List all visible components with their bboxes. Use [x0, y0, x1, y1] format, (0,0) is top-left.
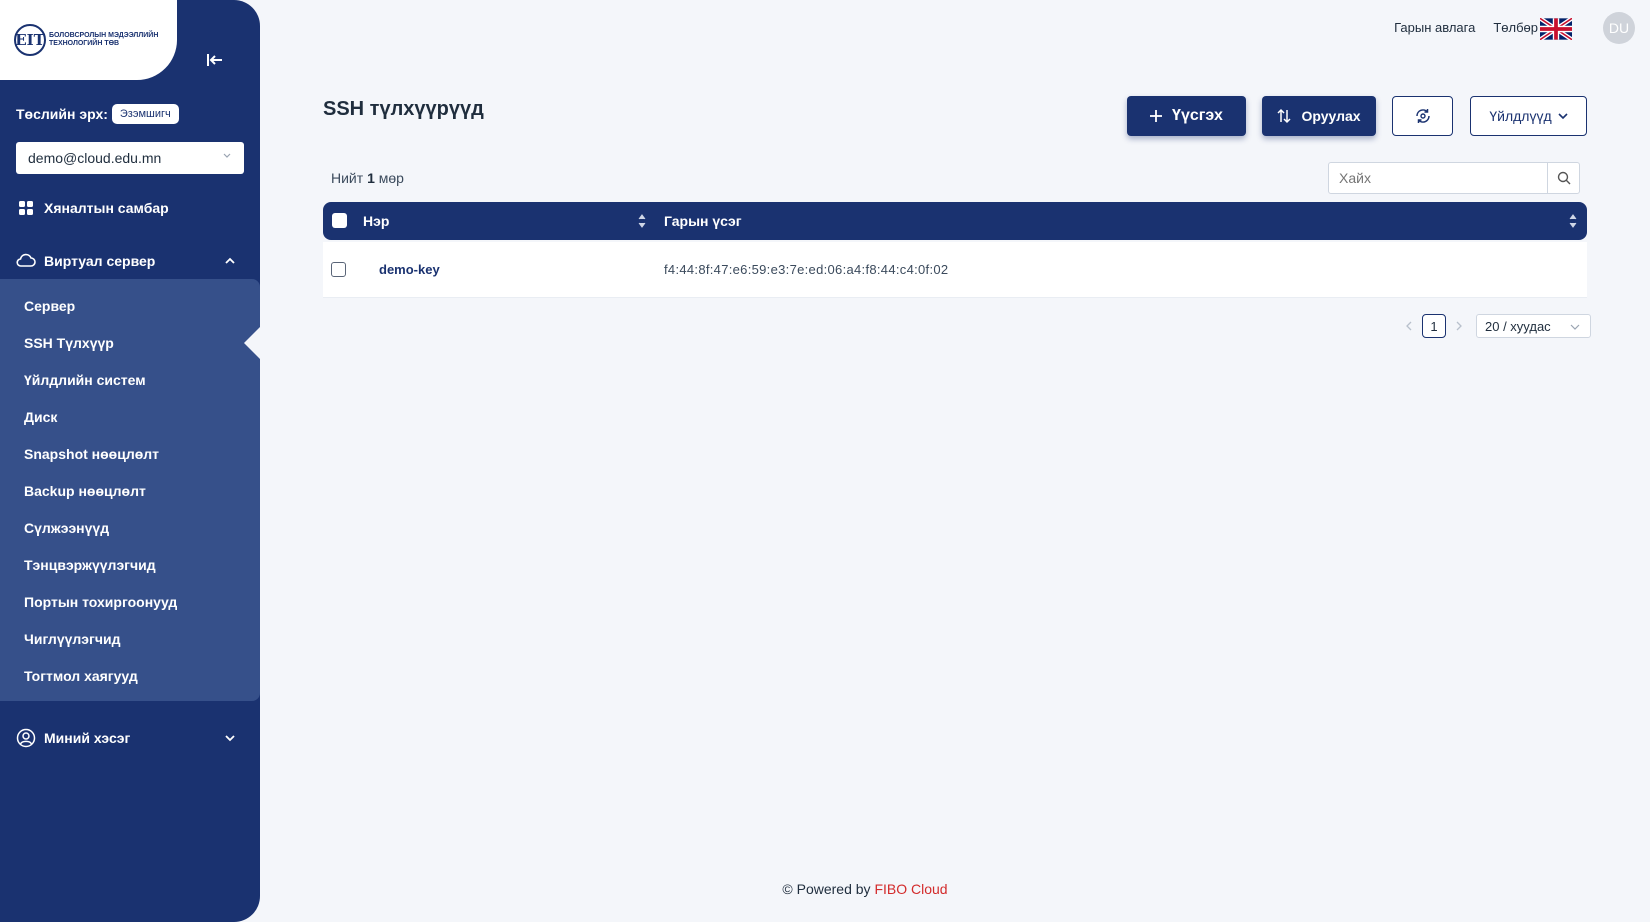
nav-my-section-label: Миний хэсэг: [44, 730, 131, 746]
import-icon: [1277, 108, 1291, 124]
sidebar-item-floating-ips[interactable]: Тогтмол хаягууд: [24, 668, 138, 684]
next-page-icon[interactable]: [1454, 320, 1464, 332]
account-value: demo@cloud.edu.mn: [28, 150, 162, 166]
pagination: 1 20 / хуудас: [1404, 314, 1591, 338]
sidebar-item-snapshot[interactable]: Snapshot нөөцлөлт: [24, 446, 159, 462]
search-input[interactable]: [1329, 163, 1547, 193]
footer-prefix: © Powered by: [782, 881, 871, 897]
chevron-down-icon: [225, 735, 235, 742]
plus-icon: [1150, 110, 1163, 122]
column-header-name[interactable]: Нэр: [363, 213, 389, 229]
logo[interactable]: ЕIТ Боловсролын мэдээллийн технологийн т…: [0, 0, 177, 80]
virtual-server-submenu: Сервер SSH Түлхүүр Үйлдлийн систем Диск …: [0, 279, 260, 701]
uk-flag-icon[interactable]: [1540, 18, 1572, 40]
select-all-checkbox[interactable]: [332, 213, 347, 228]
import-button[interactable]: Оруулах: [1262, 96, 1376, 136]
logo-mark: ЕIТ: [14, 24, 46, 56]
sidebar-item-disk[interactable]: Диск: [24, 409, 57, 425]
page-1-button[interactable]: 1: [1422, 314, 1446, 338]
row-name-link[interactable]: demo-key: [379, 262, 440, 277]
total-prefix: Нийт: [331, 170, 364, 186]
page-size-select[interactable]: 20 / хуудас: [1476, 314, 1591, 338]
create-button[interactable]: Үүсгэх: [1127, 96, 1246, 136]
cloud-icon: [16, 251, 36, 271]
sidebar-item-load-balancers[interactable]: Тэнцвэржүүлэгчид: [24, 557, 156, 573]
import-button-label: Оруулах: [1301, 108, 1361, 124]
role-label: Төслийн эрх:: [16, 106, 108, 122]
nav-virtual-server[interactable]: Виртуал сервер: [16, 251, 244, 271]
page-size-value: 20 / хуудас: [1485, 318, 1551, 334]
prev-page-icon[interactable]: [1404, 320, 1414, 332]
sidebar-item-routers[interactable]: Чиглүүлэгчид: [24, 631, 120, 647]
sidebar-item-os[interactable]: Үйлдлийн систем: [24, 372, 146, 388]
sidebar-item-server[interactable]: Сервер: [24, 298, 75, 314]
footer-brand-link[interactable]: FIBO Cloud: [874, 881, 947, 897]
project-role: Төслийн эрх: Эзэмшигч: [16, 104, 179, 124]
row-checkbox[interactable]: [331, 262, 346, 277]
total-number: 1: [367, 170, 375, 186]
search-button[interactable]: [1547, 163, 1579, 193]
sidebar-item-backup[interactable]: Backup нөөцлөлт: [24, 483, 146, 499]
sort-icon[interactable]: [637, 211, 647, 231]
dashboard-icon: [16, 198, 36, 218]
actions-label: Үйлдлүүд: [1489, 108, 1552, 124]
nav-dashboard-label: Хяналтын самбар: [44, 200, 169, 216]
nav-dashboard[interactable]: Хяналтын самбар: [16, 198, 244, 218]
chevron-down-icon: [1570, 324, 1580, 330]
collapse-sidebar-button[interactable]: [200, 48, 230, 72]
page-title: SSH түлхүүрүүд: [323, 98, 484, 120]
sidebar-item-networks[interactable]: Сүлжээнүүд: [24, 520, 109, 536]
actions-dropdown[interactable]: Үйлдлүүд: [1470, 96, 1587, 136]
chevron-up-icon: [225, 257, 235, 264]
account-select[interactable]: demo@cloud.edu.mn: [16, 142, 244, 174]
table-row[interactable]: demo-key f4:44:8f:47:e6:59:e3:7e:ed:06:a…: [323, 242, 1587, 298]
footer: © Powered by FIBO Cloud: [0, 881, 1650, 897]
sort-icon[interactable]: [1568, 211, 1578, 231]
sidebar: ЕIТ Боловсролын мэдээллийн технологийн т…: [0, 0, 260, 922]
nav-my-section[interactable]: Миний хэсэг: [16, 728, 244, 748]
role-badge: Эзэмшигч: [111, 104, 179, 124]
user-circle-icon: [16, 728, 36, 748]
search-box: [1328, 162, 1580, 194]
refresh-icon: [1415, 109, 1430, 123]
guide-link[interactable]: Гарын авлага: [1394, 20, 1475, 35]
total-suffix: мөр: [378, 170, 404, 186]
collapse-left-icon: [207, 54, 222, 66]
refresh-button[interactable]: [1392, 96, 1453, 136]
payment-link[interactable]: Төлбөр: [1493, 20, 1538, 35]
table-header: Нэр Гарын үсэг: [323, 202, 1587, 240]
chevron-down-icon: [1558, 113, 1568, 120]
sidebar-item-ports[interactable]: Портын тохиргоонууд: [24, 594, 177, 610]
avatar[interactable]: DU: [1603, 12, 1635, 44]
row-fingerprint: f4:44:8f:47:e6:59:e3:7e:ed:06:a4:f8:44:c…: [664, 262, 949, 277]
search-icon: [1557, 171, 1570, 185]
column-header-fingerprint[interactable]: Гарын үсэг: [664, 213, 742, 229]
create-button-label: Үүсгэх: [1172, 107, 1223, 124]
total-count: Нийт 1 мөр: [331, 170, 404, 186]
logo-text: Боловсролын мэдээллийн технологийн төв: [49, 32, 159, 47]
sidebar-item-ssh-key[interactable]: SSH Түлхүүр: [24, 335, 114, 351]
nav-virtual-server-label: Виртуал сервер: [44, 253, 156, 269]
active-item-indicator: [244, 327, 260, 359]
top-links: Гарын авлага Төлбөр: [1394, 20, 1538, 35]
chevron-down-icon: [223, 153, 231, 158]
